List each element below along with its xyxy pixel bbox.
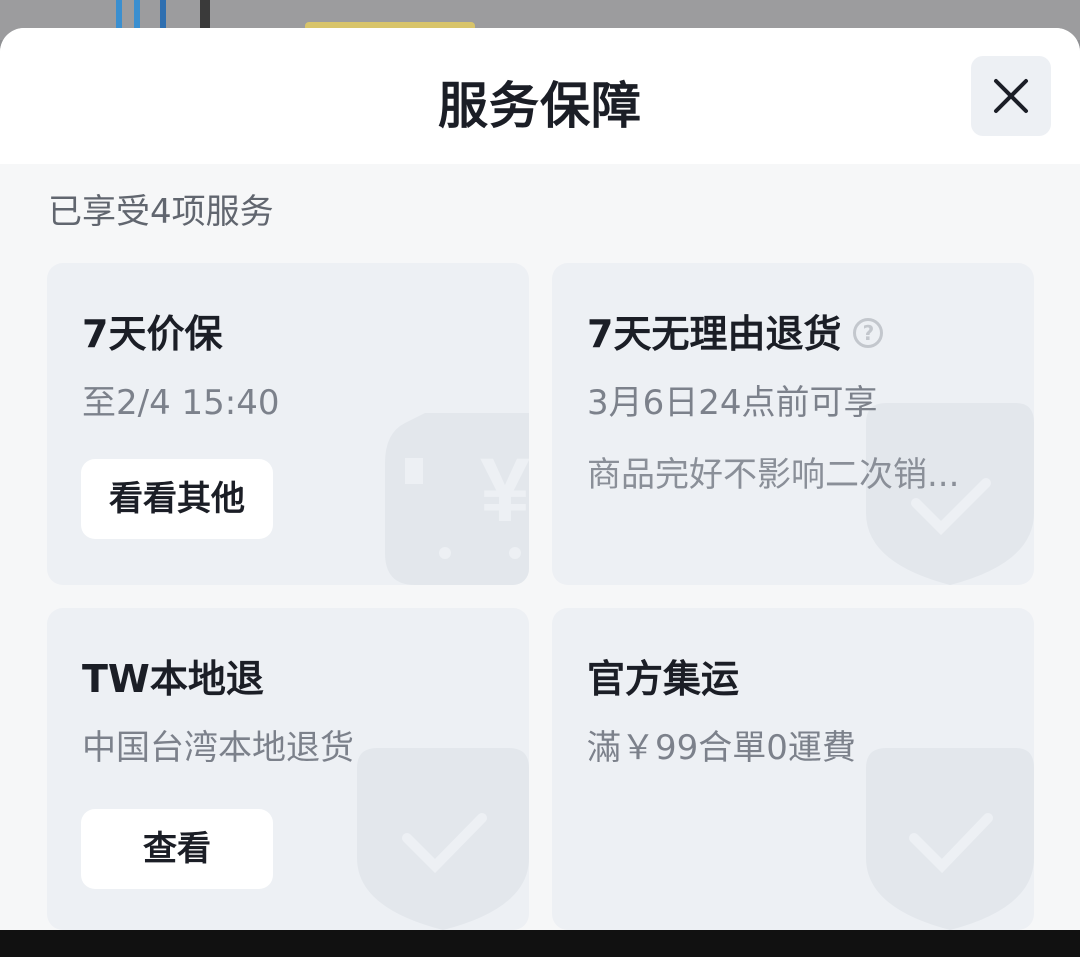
card-title: 官方集运 [587,657,740,701]
sheet-title: 服务保障 [438,77,642,135]
close-icon [994,79,1028,113]
service-card-7day-return: 7天无理由退货? 3月6日24点前可享 商品完好不影响二次销... [552,263,1034,585]
see-others-button[interactable]: 看看其他 [81,459,273,539]
sheet-header: 服务保障 [0,28,1080,164]
help-icon[interactable]: ? [853,317,884,348]
card-title: 7天价保 [82,312,223,356]
shield-check-icon [357,748,529,930]
card-title: 7天无理由退货? [587,303,884,358]
service-summary: 已享受4项服务 [48,192,274,232]
service-card-official-shipping: 官方集运 滿￥99合單0運費 [552,608,1034,930]
service-guarantee-sheet: 服务保障 已享受4项服务 ¥ 7天价保 至2/4 15:40 看看其他 7天无理… [0,28,1080,930]
price-protection-icon: ¥ [385,413,529,585]
view-button[interactable]: 查看 [81,809,273,889]
card-subtitle: 中国台湾本地退货 [82,728,354,768]
service-card-price-protection: ¥ 7天价保 至2/4 15:40 看看其他 [47,263,529,585]
card-subtitle: 3月6日24点前可享 [587,383,878,423]
svg-text:¥: ¥ [480,441,529,541]
shield-check-icon [866,748,1034,930]
service-card-tw-local-return: TW本地退 中国台湾本地退货 查看 [47,608,529,930]
close-button[interactable] [971,56,1051,136]
card-title: TW本地退 [82,657,264,701]
card-subtitle: 滿￥99合單0運費 [587,728,856,768]
system-navigation-bar [0,930,1080,957]
card-subtitle: 至2/4 15:40 [82,383,280,423]
card-description: 商品完好不影响二次销... [587,455,960,495]
card-title-text: 7天无理由退货 [587,312,842,356]
